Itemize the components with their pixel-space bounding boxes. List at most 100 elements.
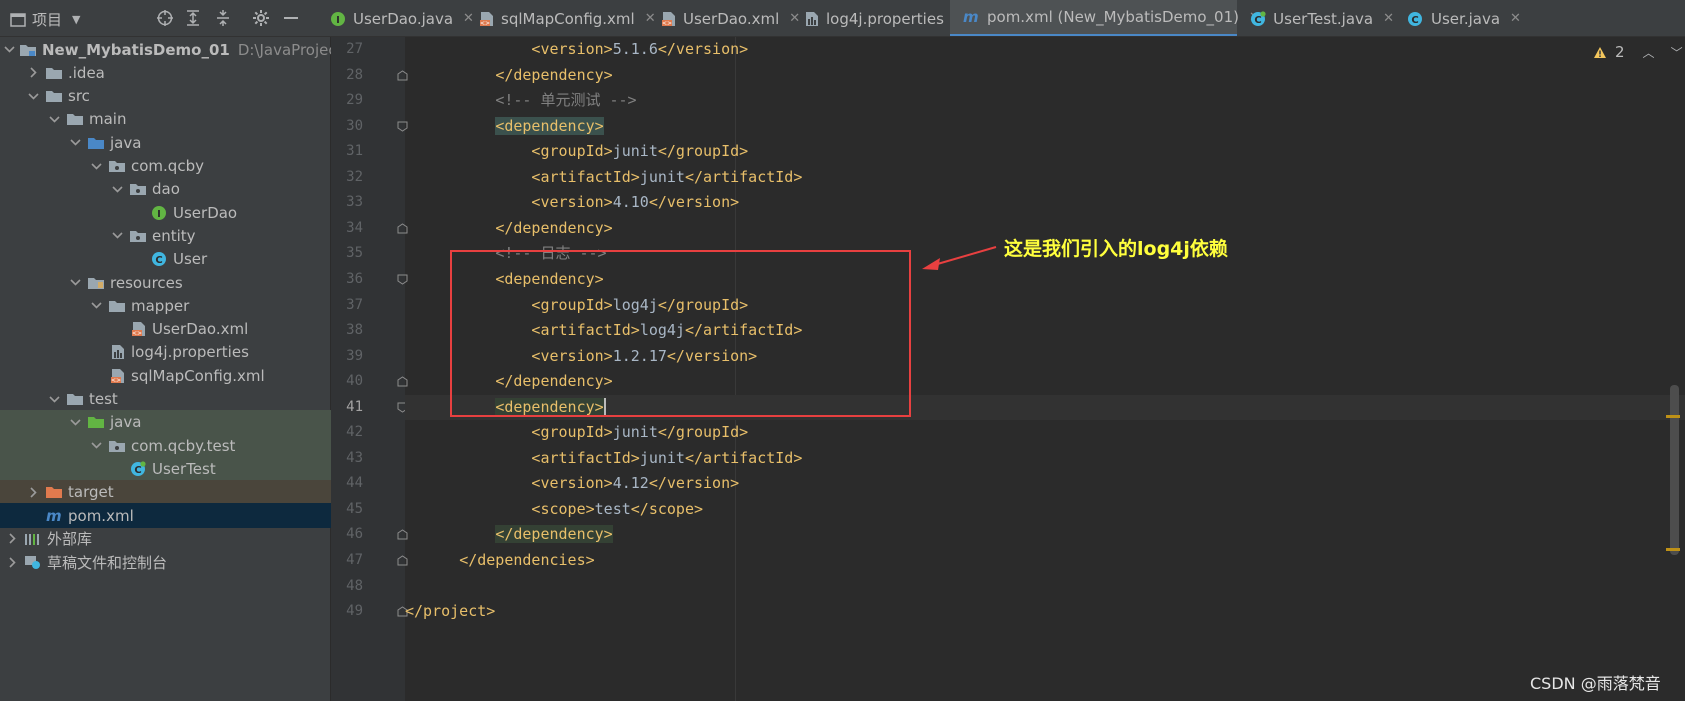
- code-line[interactable]: <groupId>junit</groupId>: [405, 420, 1685, 445]
- code-line[interactable]: <dependency>: [405, 114, 1685, 139]
- tree-item[interactable]: .idea: [0, 60, 331, 85]
- tree-item-label: log4j.properties: [131, 343, 249, 362]
- editor-tab[interactable]: log4j.properties✕: [791, 0, 965, 36]
- editor-tab-bar: I UserDao.java ✕ <> sqlMapConfig.xml ✕ <> UserD…: [331, 0, 1685, 37]
- chevron-down-icon[interactable]: [46, 391, 62, 407]
- code-line[interactable]: [405, 574, 1685, 599]
- code-line[interactable]: </dependency>: [405, 63, 1685, 88]
- editor-tab[interactable]: C User.java ✕: [1394, 0, 1529, 36]
- chevron-down-icon[interactable]: [4, 42, 15, 58]
- chevron-down-icon[interactable]: [109, 181, 125, 197]
- tree-item[interactable]: java: [0, 130, 331, 155]
- properties-file-icon: [803, 10, 819, 28]
- svg-text:C: C: [155, 255, 162, 266]
- chevron-down-icon[interactable]: [88, 158, 104, 174]
- chevron-down-icon[interactable]: [67, 275, 83, 291]
- line-number: 35: [346, 245, 363, 262]
- tree-item[interactable]: dao: [0, 177, 331, 202]
- tree-item[interactable]: I UserDao: [0, 200, 331, 225]
- code-line[interactable]: <version>4.10</version>: [405, 190, 1685, 215]
- project-toolbar: 项目 ▼: [0, 0, 331, 37]
- folder-icon: [45, 65, 63, 81]
- chevron-down-icon[interactable]: [25, 88, 41, 104]
- tree-item[interactable]: src: [0, 84, 331, 109]
- chevron-down-icon[interactable]: [67, 135, 83, 151]
- tree-item-label: dao: [152, 180, 180, 199]
- tree-item[interactable]: C User: [0, 247, 331, 272]
- tab-label: User.java: [1431, 9, 1501, 28]
- chevron-down-icon[interactable]: [88, 298, 104, 314]
- chevron-right-icon[interactable]: [25, 65, 41, 81]
- tree-item-label: .idea: [68, 63, 105, 82]
- close-icon[interactable]: ✕: [1510, 11, 1521, 26]
- code-line[interactable]: </dependency>: [405, 522, 1685, 547]
- chevron-right-icon[interactable]: [4, 531, 20, 547]
- code-line[interactable]: </project>: [405, 599, 1685, 624]
- code-line[interactable]: <version>5.1.6</version>: [405, 37, 1685, 62]
- line-number: 39: [346, 347, 363, 364]
- maven-icon: m: [45, 508, 63, 524]
- code-line[interactable]: </dependencies>: [405, 548, 1685, 573]
- tree-item[interactable]: m pom.xml: [0, 503, 331, 528]
- test-class-icon: C: [129, 461, 147, 477]
- editor-tab[interactable]: <> sqlMapConfig.xml ✕: [466, 0, 656, 36]
- code-line[interactable]: <artifactId>junit</artifactId>: [405, 165, 1685, 190]
- code-line[interactable]: <artifactId>junit</artifactId>: [405, 446, 1685, 471]
- tree-item[interactable]: resources: [0, 270, 331, 295]
- gear-icon[interactable]: [251, 8, 271, 28]
- tree-item[interactable]: target: [0, 479, 331, 505]
- minimize-icon[interactable]: [281, 8, 301, 28]
- tree-item-label: mapper: [131, 296, 190, 315]
- line-number: 37: [346, 296, 363, 313]
- chevron-right-icon[interactable]: [25, 484, 41, 500]
- chevron-down-icon[interactable]: [67, 414, 83, 430]
- code-line[interactable]: <version>4.12</version>: [405, 471, 1685, 496]
- expand-all-icon[interactable]: [183, 8, 203, 28]
- code-line[interactable]: <!-- 单元测试 -->: [405, 88, 1685, 113]
- chevron-down-icon[interactable]: [46, 111, 62, 127]
- chevron-right-icon[interactable]: [4, 554, 20, 570]
- crosshair-icon[interactable]: [155, 8, 175, 28]
- resources-folder-icon: [87, 275, 105, 291]
- tree-item[interactable]: <> UserDao.xml: [0, 317, 331, 342]
- chevron-down-icon[interactable]: [88, 438, 104, 454]
- project-view-selector[interactable]: 项目 ▼: [10, 9, 80, 30]
- previous-highlight-icon[interactable]: ︿: [1643, 44, 1655, 61]
- xml-file-icon: <>: [660, 10, 676, 28]
- editor-tab[interactable]: I UserDao.java ✕: [331, 0, 474, 36]
- tree-item[interactable]: com.qcby: [0, 154, 331, 179]
- vertical-scrollbar[interactable]: [1670, 385, 1679, 555]
- next-highlight-icon[interactable]: ﹀: [1671, 44, 1683, 61]
- annotation-text: 这是我们引入的log4j依赖: [1004, 238, 1228, 260]
- editor-tab[interactable]: mpom.xml (New_MybatisDemo_01)✕: [950, 0, 1260, 36]
- tree-item[interactable]: log4j.properties: [0, 340, 331, 365]
- code-line[interactable]: <groupId>junit</groupId>: [405, 139, 1685, 164]
- annotation-arrow: [922, 246, 997, 270]
- editor-tab[interactable]: <> UserDao.xml ✕: [648, 0, 800, 36]
- tree-item[interactable]: C UserTest: [0, 456, 331, 482]
- tree-item-label: com.qcby: [131, 157, 204, 175]
- editor-tab[interactable]: C UserTest.java ✕: [1237, 0, 1394, 36]
- warning-marker[interactable]: [1666, 415, 1680, 418]
- tree-item[interactable]: com.qcby.test: [0, 433, 331, 459]
- code-line[interactable]: <scope>test</scope>: [405, 497, 1685, 522]
- collapse-all-icon[interactable]: [213, 8, 233, 28]
- line-number: 43: [346, 449, 363, 466]
- close-icon[interactable]: ✕: [1383, 11, 1394, 26]
- tree-item[interactable]: java: [0, 409, 331, 435]
- project-panel: 项目 ▼ New_MybatisDemo_01 D:\JavaProjec .ide…: [0, 0, 337, 701]
- chevron-down-icon[interactable]: [109, 228, 125, 244]
- tree-item-label: target: [68, 483, 114, 502]
- tree-item[interactable]: mapper: [0, 293, 331, 318]
- tree-item[interactable]: 草稿文件和控制台: [0, 550, 331, 575]
- tree-item[interactable]: test: [0, 387, 331, 412]
- inspection-widget[interactable]: 2 ︿ ﹀: [1593, 43, 1683, 61]
- tree-item[interactable]: <> sqlMapConfig.xml: [0, 363, 331, 388]
- tree-item[interactable]: main: [0, 107, 331, 132]
- tree-item[interactable]: 外部库: [0, 526, 331, 551]
- warning-marker[interactable]: [1666, 548, 1680, 551]
- source-folder-icon: [87, 135, 105, 151]
- tree-item[interactable]: New_MybatisDemo_01 D:\JavaProjec: [0, 37, 337, 62]
- tree-item[interactable]: entity: [0, 223, 331, 248]
- package-icon: [108, 158, 126, 174]
